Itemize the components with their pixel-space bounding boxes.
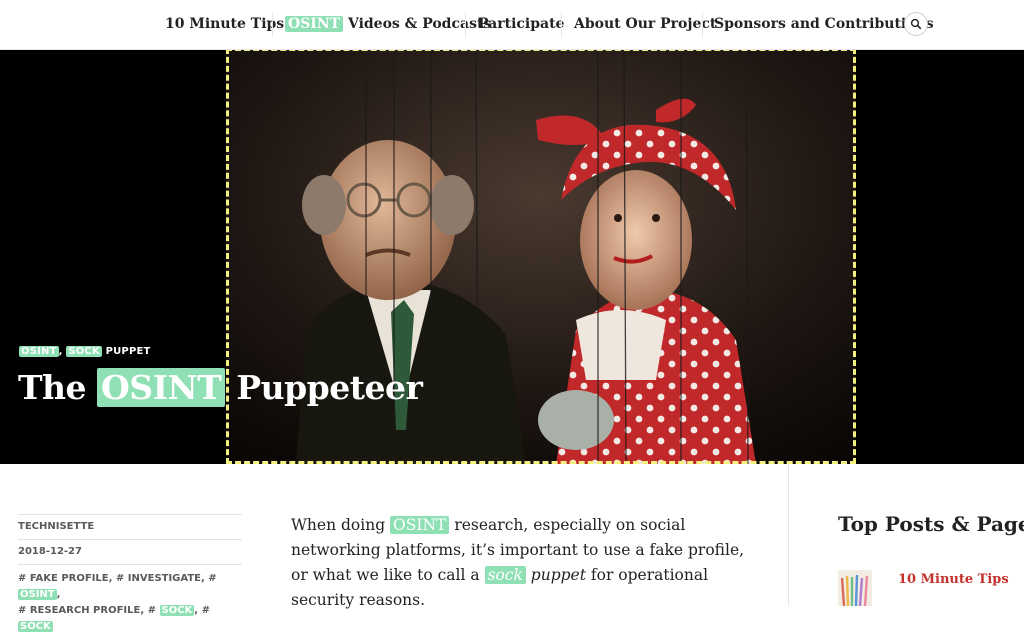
post-categories: OSINT, SOCK PUPPET (19, 346, 151, 357)
sidebar-title: Top Posts & Pages (838, 512, 1024, 536)
tag-hash: # (208, 573, 217, 584)
text-run: When doing (291, 516, 391, 534)
title-prefix: The (18, 368, 98, 407)
osint-highlight: OSINT (285, 16, 344, 32)
tag-investigate[interactable]: # INVESTIGATE, (116, 573, 208, 584)
post-title: The OSINT Puppeteer (18, 368, 423, 407)
tag-separator: , # (194, 605, 210, 616)
nav-item-sponsors-contributions[interactable]: Sponsors and Contributions (714, 0, 934, 49)
nav-item-participate[interactable]: Participate (478, 0, 564, 49)
tags-line-1: # FAKE PROFILE, # INVESTIGATE, # OSINT, (18, 571, 242, 603)
text-run: puppet (525, 566, 586, 584)
post-thumbnail[interactable] (838, 570, 872, 606)
osint-highlight: OSINT (97, 368, 226, 407)
tag-fake-profile[interactable]: # FAKE PROFILE, (18, 573, 116, 584)
category-sock-puppet[interactable]: SOCK PUPPET (66, 346, 150, 357)
article-paragraph: When doing OSINT research, especially on… (291, 513, 751, 613)
post-date[interactable]: 2018-12-27 (18, 539, 242, 564)
nav-divider (561, 13, 562, 37)
hero-banner: OSINT, SOCK PUPPET The OSINT Puppeteer (0, 50, 1024, 464)
nav-item-about-our-project[interactable]: About Our Project (574, 0, 716, 49)
nav-divider (465, 13, 466, 37)
sidebar-link-10-minute-tips[interactable]: 10 Minute Tips (898, 572, 1009, 587)
nav-divider (272, 13, 273, 37)
category-osint[interactable]: OSINT (19, 346, 59, 357)
article-body: When doing OSINT research, especially on… (291, 513, 751, 613)
nav-item-10-minute-tips[interactable]: 10 Minute Tips (165, 0, 284, 49)
tag-research-profile[interactable]: # RESEARCH PROFILE, (18, 605, 148, 616)
category-separator: , (58, 346, 63, 357)
tag-osint[interactable]: OSINT (18, 589, 57, 600)
search-button[interactable] (904, 12, 928, 36)
post-author[interactable]: TECHNISETTE (18, 514, 242, 539)
sidebar-divider (788, 464, 789, 606)
sock-highlight: SOCK (66, 346, 102, 357)
tag-separator: , (56, 589, 61, 600)
tag-hash: # (147, 605, 160, 616)
search-icon (910, 18, 922, 30)
post-meta: TECHNISETTE 2018-12-27 # FAKE PROFILE, #… (18, 514, 242, 642)
category-label-rest: PUPPET (101, 346, 151, 357)
osint-highlight: OSINT (390, 516, 450, 534)
post-tags: # FAKE PROFILE, # INVESTIGATE, # OSINT , … (18, 564, 242, 642)
sock-highlight: sock (484, 566, 526, 584)
top-navigation: 10 Minute Tips OSINT Videos & Podcasts P… (0, 0, 1024, 50)
nav-divider (702, 13, 703, 37)
tag-sock-2[interactable]: SOCK (18, 621, 53, 632)
nav-item-osint-videos-podcasts[interactable]: OSINT Videos & Podcasts (285, 0, 491, 49)
tag-sock[interactable]: SOCK (159, 605, 195, 616)
nav-item-label: Videos & Podcasts (343, 16, 492, 32)
title-suffix: Puppeteer (225, 368, 423, 407)
tags-line-2: # RESEARCH PROFILE, # SOCK, # SOCK (18, 603, 242, 635)
